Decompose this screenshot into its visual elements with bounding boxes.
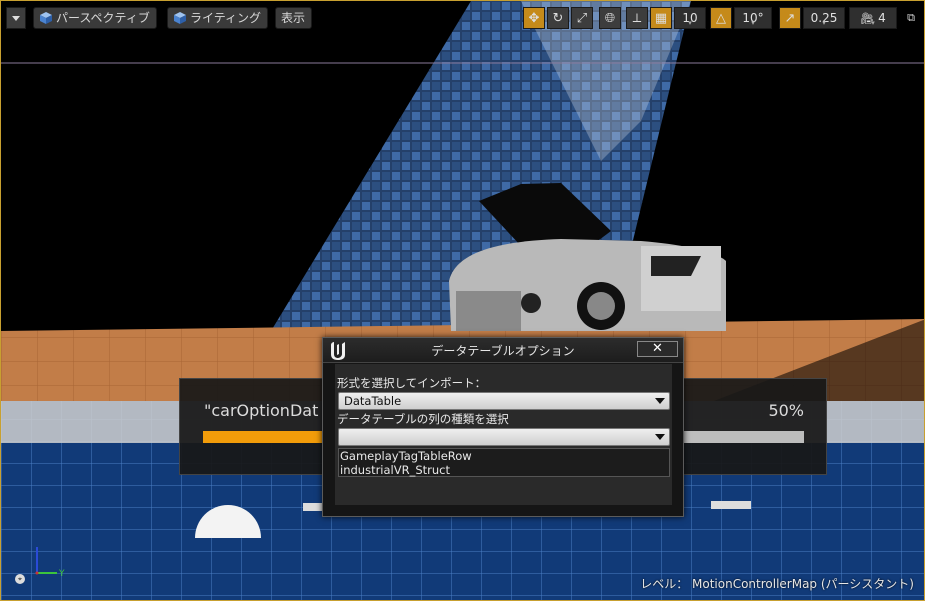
perspective-button[interactable]: パースペクティブ: [33, 7, 157, 29]
surface-snap-icon: ⟂: [632, 10, 642, 26]
lit-sphere-icon: [174, 12, 186, 24]
dialog-body: 形式を選択してインポート： DataTable データテーブルの列の種類を選択 …: [335, 364, 672, 505]
dialog-titlebar[interactable]: データテーブルオプション ✕: [323, 338, 683, 363]
progress-percent: 50%: [768, 401, 804, 420]
import-type-combo[interactable]: DataTable: [338, 392, 670, 410]
dialog-title: データテーブルオプション: [431, 344, 575, 358]
level-name-label: レベル： MotionControllerMap (パーシスタント): [640, 577, 914, 591]
scale-button[interactable]: ⤢: [571, 7, 593, 29]
rotation-snap-button[interactable]: △: [710, 7, 732, 29]
close-button[interactable]: ✕: [637, 341, 678, 357]
lighting-button[interactable]: ライティング: [167, 7, 269, 29]
world-icon: 🌐︎: [604, 10, 616, 26]
viewport-options-button[interactable]: [6, 7, 26, 29]
rotate-button[interactable]: ↻: [547, 7, 569, 29]
chevron-down-icon: [655, 434, 665, 440]
chevron-down-icon: [12, 15, 20, 21]
grid-snap-value[interactable]: 10 ▾: [674, 7, 706, 29]
rotate-icon: ↻: [552, 10, 564, 26]
row-type-dropdown-list: GameplayTagTableRow industrialVR_Struct: [338, 448, 670, 477]
surface-snap-button[interactable]: ⟂: [626, 7, 648, 29]
perspective-label: パースペクティブ: [56, 11, 150, 25]
scale-snap-icon: ↗: [784, 10, 796, 26]
maximize-icon: ⧉: [907, 11, 915, 24]
camera-speed-button[interactable]: 🎥︎ 4 ▾: [849, 7, 897, 29]
axis-origin-icon: ⌖: [15, 574, 25, 584]
datatable-options-dialog: データテーブルオプション ✕ 形式を選択してインポート： DataTable デ…: [322, 337, 684, 517]
rotation-snap-value[interactable]: 10° ▾: [734, 7, 772, 29]
maximize-button[interactable]: ⧉: [902, 7, 920, 29]
show-label: 表示: [281, 11, 306, 25]
grid-snap-icon: ▦: [654, 10, 668, 26]
import-type-label: 形式を選択してインポート：: [337, 376, 487, 390]
row-type-option[interactable]: GameplayTagTableRow: [339, 449, 669, 463]
translate-button[interactable]: ✥: [523, 7, 545, 29]
axis-y-label: Y: [58, 569, 65, 579]
world-local-button[interactable]: 🌐︎: [599, 7, 621, 29]
lighting-label: ライティング: [190, 11, 262, 25]
scale-icon: ⤢: [576, 10, 588, 26]
chevron-down-icon: [655, 398, 665, 404]
grid-snap-button[interactable]: ▦: [650, 7, 672, 29]
row-type-option[interactable]: industrialVR_Struct: [339, 463, 669, 477]
cube-icon: [40, 12, 52, 24]
progress-title: "carOptionDat: [204, 401, 319, 420]
translate-icon: ✥: [528, 10, 540, 26]
scale-snap-value[interactable]: 0.25 ▾: [803, 7, 845, 29]
rotation-snap-icon: △: [716, 10, 726, 26]
row-type-combo[interactable]: [338, 428, 670, 446]
show-button[interactable]: 表示: [275, 7, 313, 29]
level-viewport[interactable]: パースペクティブ ライティング 表示 ✥ ↻ ⤢ 🌐︎ ⟂ ▦ 10 ▾ △ 10…: [0, 0, 925, 601]
scale-snap-button[interactable]: ↗: [779, 7, 801, 29]
import-type-value: DataTable: [344, 394, 402, 408]
row-type-label: データテーブルの列の種類を選択: [337, 412, 509, 426]
